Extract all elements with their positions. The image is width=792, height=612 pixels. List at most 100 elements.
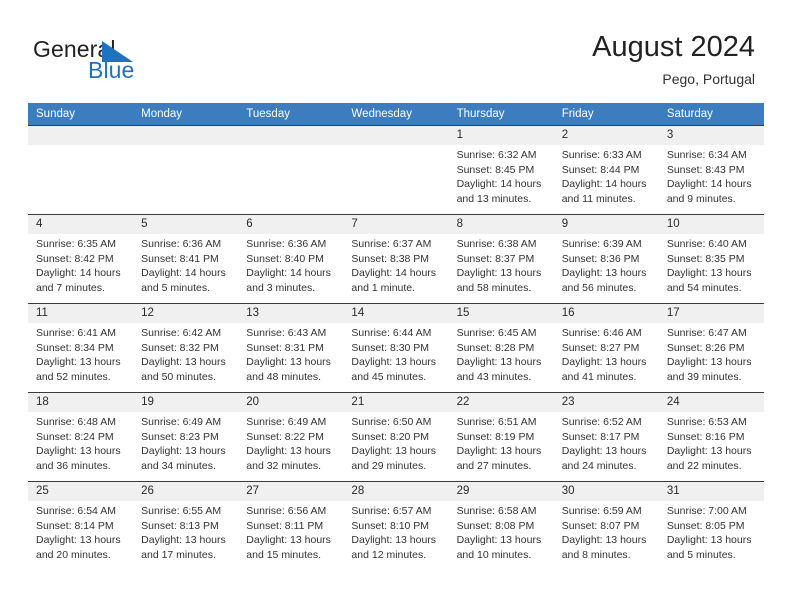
day-cell[interactable]: 16 Sunrise: 6:46 AM Sunset: 8:27 PM Dayl… <box>553 304 659 392</box>
day-cell-empty <box>133 126 239 214</box>
day-cell[interactable]: 5 Sunrise: 6:36 AM Sunset: 8:41 PM Dayli… <box>133 215 239 303</box>
sunset-text: Sunset: 8:28 PM <box>456 341 535 354</box>
day-info: Sunrise: 6:33 AM Sunset: 8:44 PM Dayligh… <box>554 145 659 206</box>
sunset-text: Sunset: 8:07 PM <box>561 519 640 532</box>
day-cell-empty <box>28 126 134 214</box>
day-cell[interactable]: 10 Sunrise: 6:40 AM Sunset: 8:35 PM Dayl… <box>658 215 764 303</box>
sunset-text: Sunset: 8:13 PM <box>141 519 219 532</box>
daylight-text: Daylight: 14 hours and 3 minutes. <box>246 267 331 294</box>
day-number: 1 <box>448 126 554 145</box>
day-cell[interactable]: 22 Sunrise: 6:51 AM Sunset: 8:19 PM Dayl… <box>448 393 554 481</box>
day-cell[interactable]: 29 Sunrise: 6:58 AM Sunset: 8:08 PM Dayl… <box>448 482 554 570</box>
day-number: 18 <box>28 393 134 412</box>
weekday-header-monday: Monday <box>141 108 183 120</box>
weekday-header-tuesday: Tuesday <box>246 108 290 120</box>
day-cell[interactable]: 23 Sunrise: 6:52 AM Sunset: 8:17 PM Dayl… <box>553 393 659 481</box>
sunset-text: Sunset: 8:20 PM <box>351 430 430 443</box>
day-cell[interactable]: 24 Sunrise: 6:53 AM Sunset: 8:16 PM Dayl… <box>658 393 764 481</box>
day-cell[interactable]: 3 Sunrise: 6:34 AM Sunset: 8:43 PM Dayli… <box>658 126 764 214</box>
day-cell[interactable]: 9 Sunrise: 6:39 AM Sunset: 8:36 PM Dayli… <box>553 215 659 303</box>
day-cell[interactable]: 6 Sunrise: 6:36 AM Sunset: 8:40 PM Dayli… <box>238 215 344 303</box>
day-cell[interactable]: 14 Sunrise: 6:44 AM Sunset: 8:30 PM Dayl… <box>343 304 449 392</box>
day-number: 15 <box>448 304 554 323</box>
day-info: Sunrise: 6:34 AM Sunset: 8:43 PM Dayligh… <box>659 145 764 206</box>
sunrise-text: Sunrise: 6:51 AM <box>456 416 537 428</box>
day-info: Sunrise: 6:41 AM Sunset: 8:34 PM Dayligh… <box>28 323 133 384</box>
page-header: General Blue August 2024 Pego, Portugal <box>0 0 792 100</box>
day-info: Sunrise: 6:42 AM Sunset: 8:32 PM Dayligh… <box>133 323 238 384</box>
day-cell[interactable]: 4 Sunrise: 6:35 AM Sunset: 8:42 PM Dayli… <box>28 215 134 303</box>
week-row: 11 Sunrise: 6:41 AM Sunset: 8:34 PM Dayl… <box>28 303 764 392</box>
day-cell[interactable]: 18 Sunrise: 6:48 AM Sunset: 8:24 PM Dayl… <box>28 393 134 481</box>
sunrise-text: Sunrise: 6:37 AM <box>351 238 432 250</box>
sunrise-text: Sunrise: 6:53 AM <box>666 416 747 428</box>
day-cell[interactable]: 8 Sunrise: 6:38 AM Sunset: 8:37 PM Dayli… <box>448 215 554 303</box>
daylight-text: Daylight: 14 hours and 9 minutes. <box>666 178 752 205</box>
sunrise-text: Sunrise: 6:45 AM <box>456 327 537 339</box>
day-cell[interactable]: 15 Sunrise: 6:45 AM Sunset: 8:28 PM Dayl… <box>448 304 554 392</box>
week-row: 1 Sunrise: 6:32 AM Sunset: 8:45 PM Dayli… <box>28 125 764 214</box>
day-number: 23 <box>553 393 659 412</box>
weekday-header-friday: Friday <box>561 108 594 120</box>
daylight-text: Daylight: 13 hours and 36 minutes. <box>36 445 121 472</box>
day-cell-empty <box>238 126 344 214</box>
sunset-text: Sunset: 8:32 PM <box>141 341 219 354</box>
daylight-text: Daylight: 13 hours and 52 minutes. <box>36 356 121 383</box>
day-cell[interactable]: 21 Sunrise: 6:50 AM Sunset: 8:20 PM Dayl… <box>343 393 449 481</box>
sunrise-text: Sunrise: 6:42 AM <box>141 327 222 339</box>
sunset-text: Sunset: 8:36 PM <box>561 252 640 265</box>
daylight-text: Daylight: 13 hours and 50 minutes. <box>141 356 226 383</box>
day-cell[interactable]: 12 Sunrise: 6:42 AM Sunset: 8:32 PM Dayl… <box>133 304 239 392</box>
day-info: Sunrise: 6:45 AM Sunset: 8:28 PM Dayligh… <box>449 323 554 384</box>
day-cell[interactable]: 20 Sunrise: 6:49 AM Sunset: 8:22 PM Dayl… <box>238 393 344 481</box>
sunset-text: Sunset: 8:45 PM <box>456 163 535 176</box>
daylight-text: Daylight: 13 hours and 8 minutes. <box>561 534 647 561</box>
day-cell[interactable]: 2 Sunrise: 6:33 AM Sunset: 8:44 PM Dayli… <box>553 126 659 214</box>
week-row: 18 Sunrise: 6:48 AM Sunset: 8:24 PM Dayl… <box>28 392 764 481</box>
day-cell[interactable]: 7 Sunrise: 6:37 AM Sunset: 8:38 PM Dayli… <box>343 215 449 303</box>
sunrise-text: Sunrise: 6:36 AM <box>141 238 222 250</box>
sunset-text: Sunset: 8:35 PM <box>666 252 745 265</box>
day-cell[interactable]: 1 Sunrise: 6:32 AM Sunset: 8:45 PM Dayli… <box>448 126 554 214</box>
day-cell[interactable]: 28 Sunrise: 6:57 AM Sunset: 8:10 PM Dayl… <box>343 482 449 570</box>
daylight-text: Daylight: 13 hours and 43 minutes. <box>456 356 542 383</box>
general-blue-logo[interactable]: General Blue <box>33 38 233 88</box>
day-cell[interactable]: 26 Sunrise: 6:55 AM Sunset: 8:13 PM Dayl… <box>133 482 239 570</box>
sunset-text: Sunset: 8:05 PM <box>666 519 745 532</box>
daylight-text: Daylight: 13 hours and 41 minutes. <box>561 356 647 383</box>
day-number: 21 <box>343 393 449 412</box>
daylight-text: Daylight: 13 hours and 56 minutes. <box>561 267 647 294</box>
day-cell[interactable]: 13 Sunrise: 6:43 AM Sunset: 8:31 PM Dayl… <box>238 304 344 392</box>
day-cell[interactable]: 11 Sunrise: 6:41 AM Sunset: 8:34 PM Dayl… <box>28 304 134 392</box>
daylight-text: Daylight: 14 hours and 13 minutes. <box>456 178 542 205</box>
day-info: Sunrise: 6:52 AM Sunset: 8:17 PM Dayligh… <box>554 412 659 473</box>
day-number: 8 <box>448 215 554 234</box>
daylight-text: Daylight: 13 hours and 17 minutes. <box>141 534 226 561</box>
day-info: Sunrise: 6:53 AM Sunset: 8:16 PM Dayligh… <box>659 412 764 473</box>
sunrise-text: Sunrise: 6:39 AM <box>561 238 642 250</box>
calendar-page: General Blue August 2024 Pego, Portugal … <box>0 0 792 612</box>
day-cell[interactable]: 17 Sunrise: 6:47 AM Sunset: 8:26 PM Dayl… <box>658 304 764 392</box>
sunset-text: Sunset: 8:08 PM <box>456 519 535 532</box>
day-number: 25 <box>28 482 134 501</box>
day-cell[interactable]: 25 Sunrise: 6:54 AM Sunset: 8:14 PM Dayl… <box>28 482 134 570</box>
day-cell[interactable]: 31 Sunrise: 7:00 AM Sunset: 8:05 PM Dayl… <box>658 482 764 570</box>
day-number: 12 <box>133 304 239 323</box>
day-number: 22 <box>448 393 554 412</box>
daylight-text: Daylight: 13 hours and 22 minutes. <box>666 445 752 472</box>
sunrise-text: Sunrise: 6:49 AM <box>141 416 222 428</box>
day-info: Sunrise: 6:44 AM Sunset: 8:30 PM Dayligh… <box>343 323 448 384</box>
sunrise-text: Sunrise: 7:00 AM <box>666 505 747 517</box>
day-cell[interactable]: 30 Sunrise: 6:59 AM Sunset: 8:07 PM Dayl… <box>553 482 659 570</box>
daylight-text: Daylight: 14 hours and 5 minutes. <box>141 267 226 294</box>
sunrise-text: Sunrise: 6:54 AM <box>36 505 116 517</box>
sunrise-text: Sunrise: 6:38 AM <box>456 238 537 250</box>
daylight-text: Daylight: 13 hours and 5 minutes. <box>666 534 752 561</box>
sunset-text: Sunset: 8:37 PM <box>456 252 535 265</box>
day-cell[interactable]: 27 Sunrise: 6:56 AM Sunset: 8:11 PM Dayl… <box>238 482 344 570</box>
daylight-text: Daylight: 14 hours and 1 minute. <box>351 267 437 294</box>
sunrise-text: Sunrise: 6:58 AM <box>456 505 537 517</box>
daylight-text: Daylight: 13 hours and 24 minutes. <box>561 445 647 472</box>
day-cell[interactable]: 19 Sunrise: 6:49 AM Sunset: 8:23 PM Dayl… <box>133 393 239 481</box>
sunrise-text: Sunrise: 6:50 AM <box>351 416 432 428</box>
